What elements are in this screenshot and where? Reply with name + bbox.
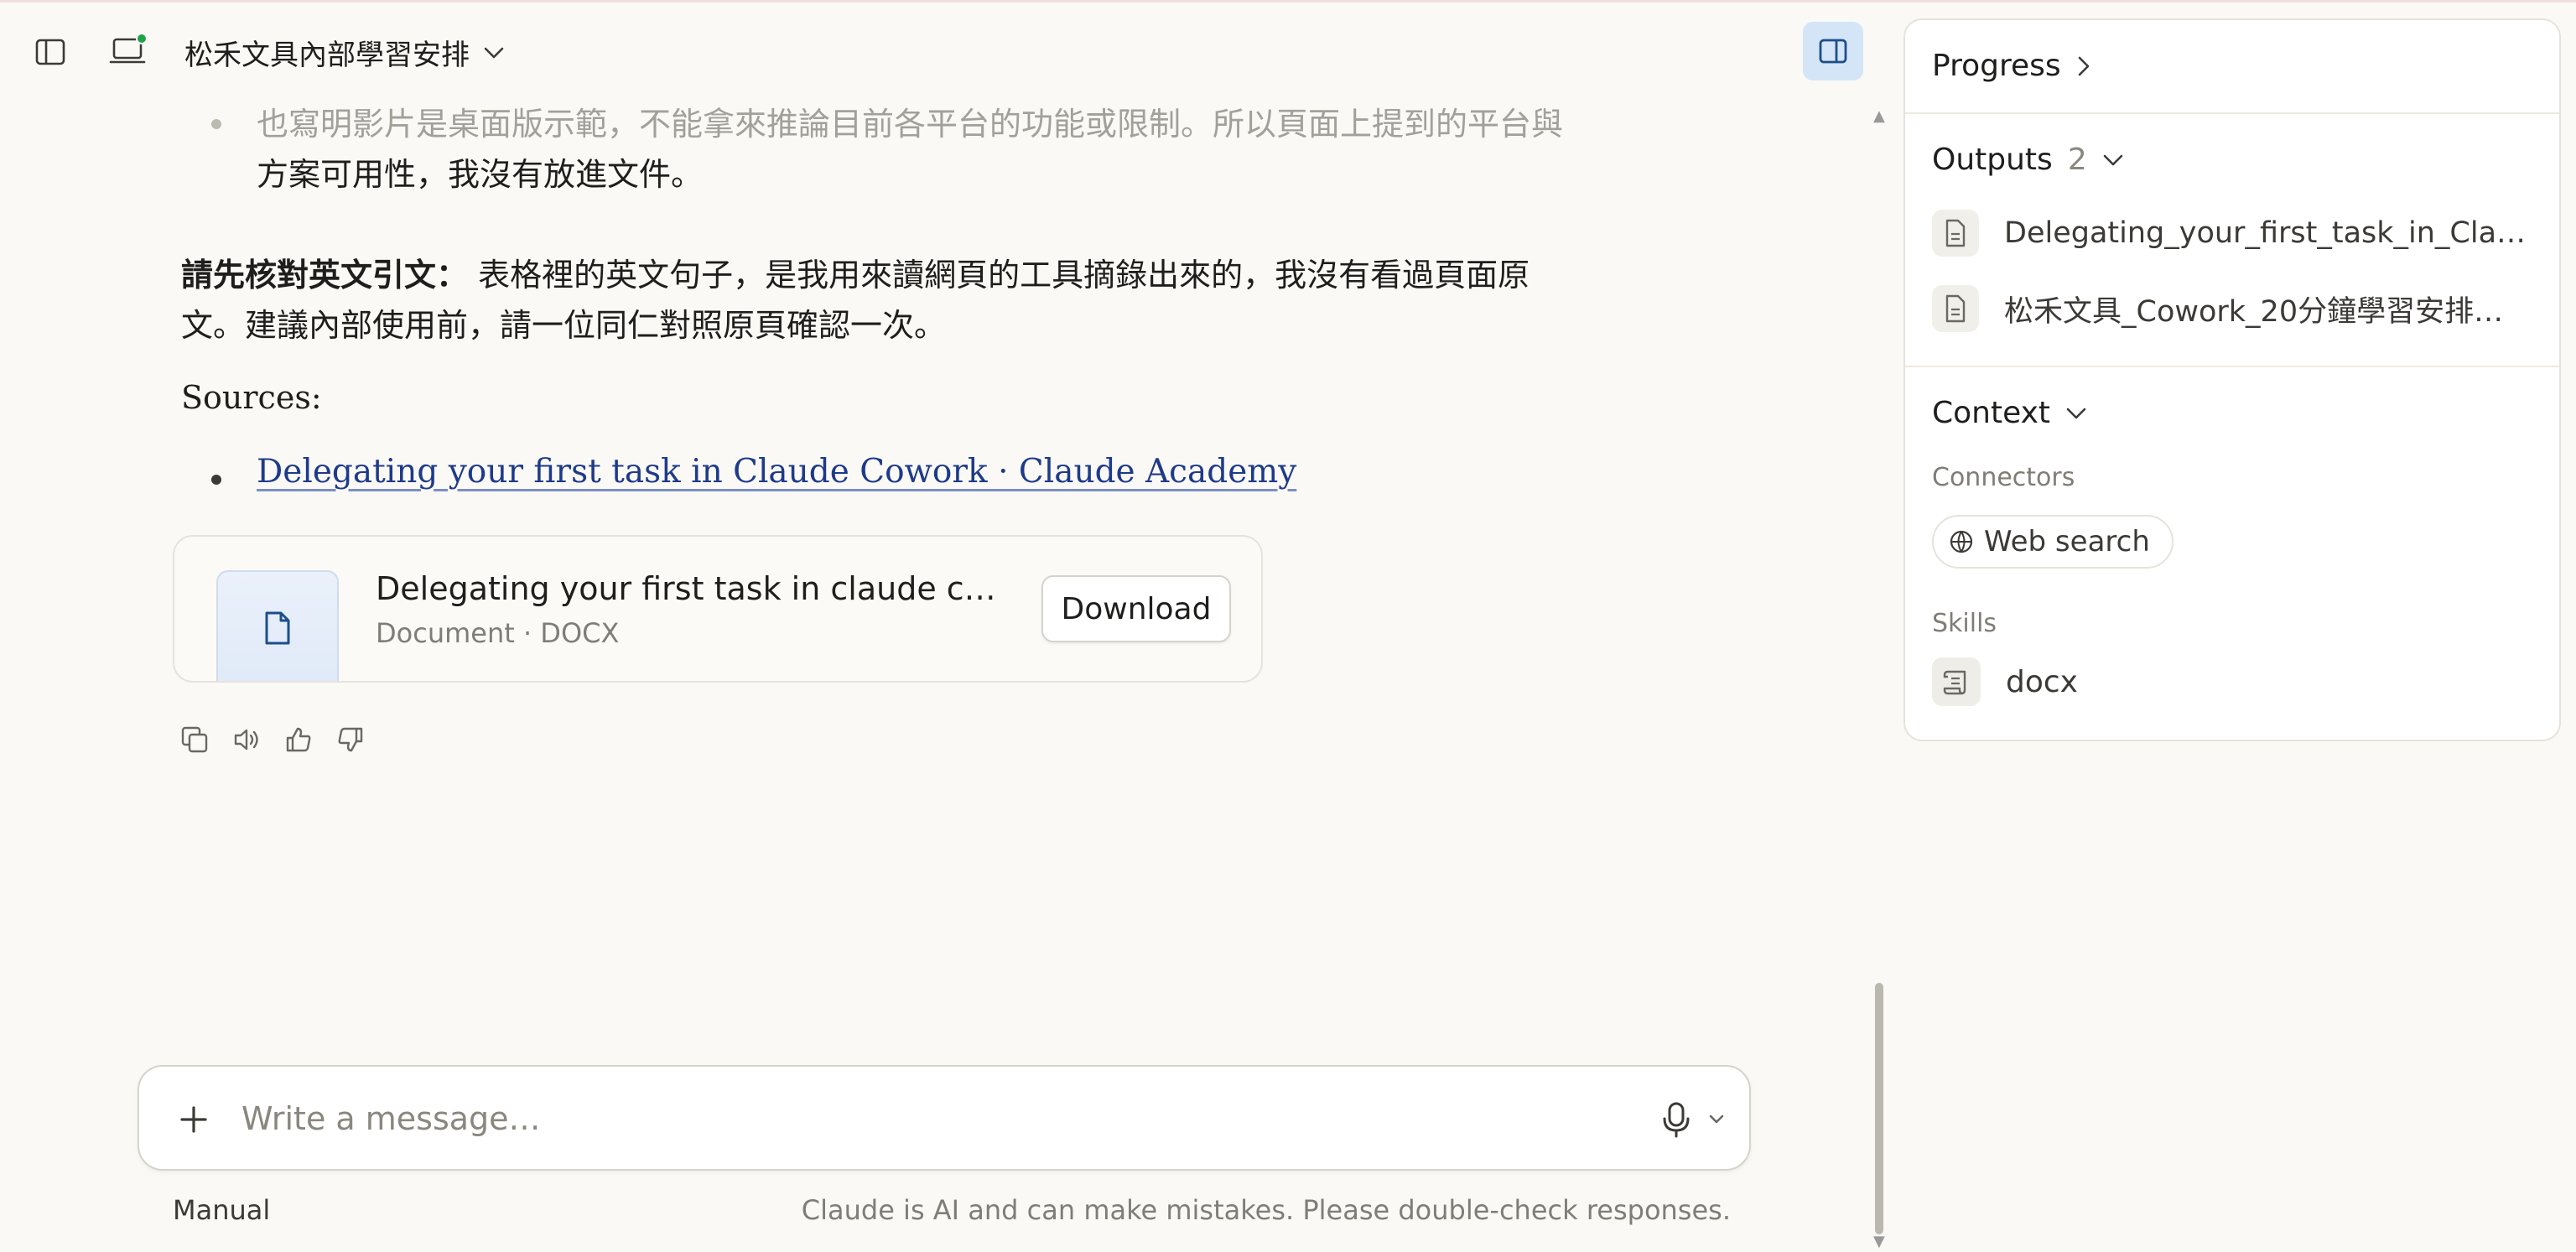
plus-icon[interactable] bbox=[173, 1099, 215, 1140]
output-item[interactable]: Delegating_your_first_task_in_Cla… bbox=[1932, 210, 2536, 257]
laptop-status-icon[interactable] bbox=[106, 32, 149, 70]
document-icon bbox=[1932, 285, 1979, 332]
message-bullet-text: 也寫明影片是桌面版示範，不能拿來推論目前各平台的功能或限制。所以頁面上提到的平台… bbox=[257, 106, 1564, 143]
message-input[interactable] bbox=[242, 1092, 1583, 1146]
verify-text-line1: 表格裡的英文句子，是我用來讀網頁的工具摘錄出來的，我沒有看過頁面原 bbox=[478, 257, 1530, 294]
outputs-label: Outputs bbox=[1932, 143, 2053, 177]
disclaimer-text: Claude is AI and can make mistakes. Plea… bbox=[801, 1194, 1731, 1226]
connector-label: Web search bbox=[1984, 525, 2150, 558]
progress-label: Progress bbox=[1932, 49, 2061, 83]
document-icon bbox=[265, 611, 290, 645]
side-panel-toggle-icon[interactable] bbox=[1803, 22, 1863, 81]
top-edge-line bbox=[0, 0, 2576, 3]
file-attachment-card[interactable]: Delegating your first task in claude cow… bbox=[173, 535, 1263, 683]
document-icon bbox=[1932, 210, 1979, 257]
skill-docx[interactable]: docx bbox=[1932, 657, 2078, 706]
chevron-down-icon bbox=[484, 47, 504, 58]
chevron-down-icon bbox=[2066, 408, 2086, 418]
scrollbar-thumb[interactable] bbox=[1875, 983, 1883, 1234]
divider bbox=[1905, 366, 2559, 367]
globe-icon bbox=[1950, 530, 1973, 553]
sidebar-toggle-icon[interactable] bbox=[32, 35, 69, 69]
conversation-title: 松禾文具內部學習安排 bbox=[184, 39, 470, 72]
sources-label: Sources: bbox=[181, 379, 322, 416]
thumbs-up-icon[interactable] bbox=[282, 723, 315, 756]
chat-transcript: 也寫明影片是桌面版示範，不能拿來推論目前各平台的功能或限制。所以頁面上提到的平台… bbox=[0, 84, 1845, 1073]
output-item[interactable]: 松禾文具_Cowork_20分鐘學習安排… bbox=[1932, 285, 2536, 332]
copy-icon[interactable] bbox=[178, 723, 211, 756]
verify-paragraph: 請先核對英文引文： 表格裡的英文句子，是我用來讀網頁的工具摘錄出來的，我沒有看過… bbox=[181, 250, 1640, 300]
message-bullet-text-cont: 方案可用性，我沒有放進文件。 bbox=[257, 156, 704, 193]
mode-selector[interactable]: Manual bbox=[173, 1194, 270, 1226]
list-bullet bbox=[211, 119, 221, 129]
message-composer bbox=[138, 1065, 1751, 1171]
outputs-count: 2 bbox=[2067, 143, 2087, 177]
scroll-up-arrow[interactable]: ▲ bbox=[1873, 107, 1885, 125]
conversation-title-dropdown[interactable]: 松禾文具內部學習安排 bbox=[184, 32, 505, 73]
chevron-down-icon[interactable] bbox=[1704, 1107, 1729, 1132]
web-search-connector[interactable]: Web search bbox=[1932, 515, 2174, 569]
connectors-label: Connectors bbox=[1932, 463, 2075, 492]
verify-heading: 請先核對英文引文： bbox=[181, 257, 469, 294]
source-link[interactable]: Delegating your first task in Claude Cow… bbox=[257, 453, 1296, 491]
chevron-down-icon bbox=[2103, 154, 2123, 165]
outputs-section-header[interactable]: Outputs 2 bbox=[1932, 143, 2124, 177]
read-aloud-icon[interactable] bbox=[230, 723, 263, 756]
message-actions bbox=[178, 723, 367, 756]
progress-section-header[interactable]: Progress bbox=[1932, 49, 2091, 83]
chevron-right-icon bbox=[2078, 56, 2089, 75]
list-bullet bbox=[211, 475, 221, 485]
online-status-dot bbox=[136, 33, 148, 44]
output-file-name: Delegating_your_first_task_in_Cla… bbox=[2004, 216, 2527, 250]
verify-text-line2: 文。建議內部使用前，請一位同仁對照原頁確認一次。 bbox=[181, 307, 947, 344]
side-panel: Progress Outputs 2 Delegating_your_first… bbox=[1903, 18, 2561, 741]
context-section-header[interactable]: Context bbox=[1932, 396, 2087, 430]
microphone-icon[interactable] bbox=[1654, 1097, 1699, 1142]
divider bbox=[1905, 112, 2559, 114]
scroll-down-arrow[interactable]: ▼ bbox=[1873, 1233, 1885, 1250]
document-thumbnail bbox=[216, 570, 339, 681]
file-meta: Document · DOCX bbox=[376, 617, 620, 649]
skills-label: Skills bbox=[1932, 609, 1997, 638]
context-label: Context bbox=[1932, 396, 2051, 430]
skill-label: docx bbox=[2006, 664, 2078, 699]
output-file-name: 松禾文具_Cowork_20分鐘學習安排… bbox=[2004, 294, 2504, 329]
scroll-icon bbox=[1932, 657, 1981, 706]
thumbs-down-icon[interactable] bbox=[334, 723, 367, 756]
download-button[interactable]: Download bbox=[1041, 575, 1231, 642]
file-name: Delegating your first task in claude cow… bbox=[376, 570, 1013, 607]
